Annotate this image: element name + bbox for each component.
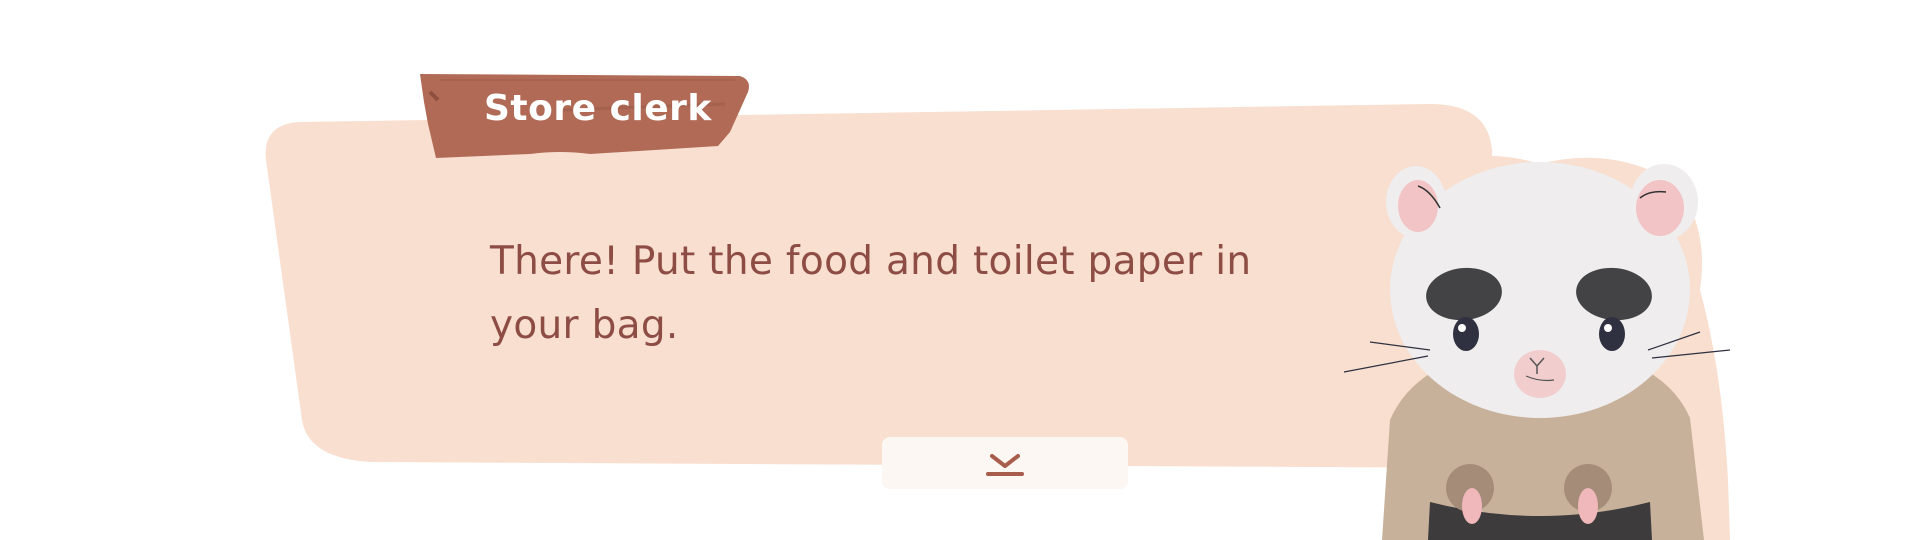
continue-button[interactable] xyxy=(882,437,1128,489)
speaker-name: Store clerk xyxy=(484,88,712,129)
dialog-scene: Store clerk There! Put the food and toil… xyxy=(0,0,1920,540)
dialog-text: There! Put the food and toilet paper in … xyxy=(490,239,1252,348)
clerk-character xyxy=(1343,155,1731,540)
chevron-down-icon xyxy=(986,454,1024,476)
